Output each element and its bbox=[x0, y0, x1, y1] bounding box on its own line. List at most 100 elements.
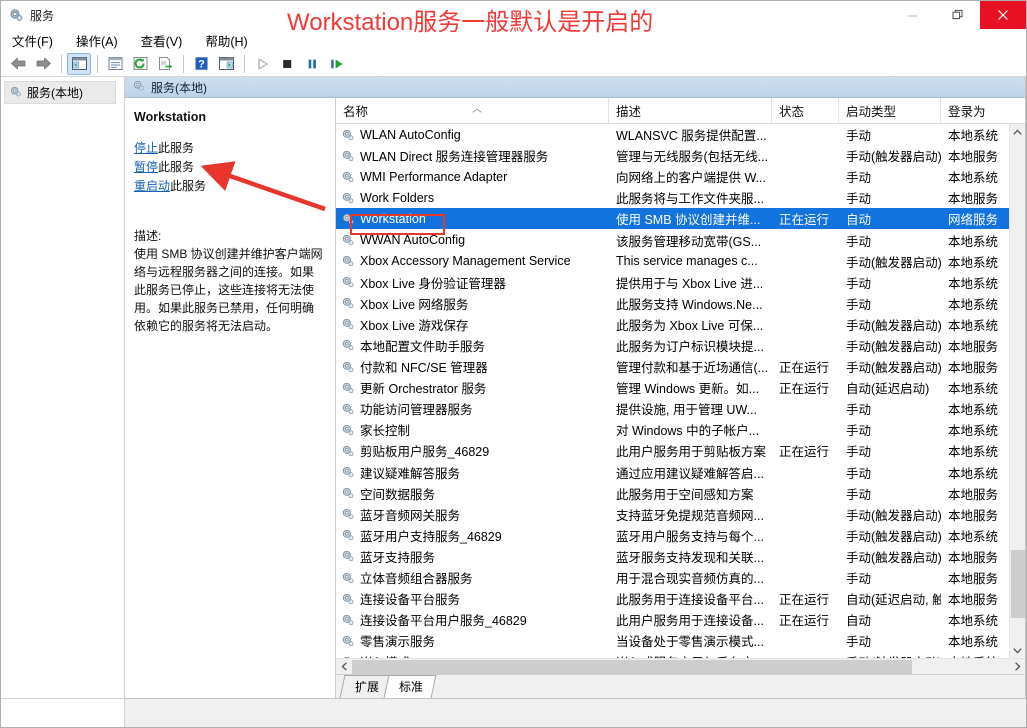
cell-log-on-as: 本地服务 bbox=[941, 589, 1009, 608]
table-row[interactable]: 本地配置文件助手服务此服务为订户标识模块提...手动(触发器启动)本地服务 bbox=[336, 335, 1009, 356]
restart-service-link-text: 重启动 bbox=[134, 179, 170, 193]
table-row[interactable]: 剪贴板用户服务_46829此用户服务用于剪贴板方案正在运行手动本地系统 bbox=[336, 440, 1009, 461]
minimize-button[interactable] bbox=[890, 1, 935, 29]
menu-file[interactable]: 文件(F) bbox=[9, 29, 64, 52]
table-row[interactable]: Workstation使用 SMB 协议创建并维...正在运行自动网络服务 bbox=[336, 208, 1009, 229]
table-row[interactable]: Xbox Live 游戏保存此服务为 Xbox Live 可保...手动(触发器… bbox=[336, 314, 1009, 335]
service-name-text: Xbox Live 游戏保存 bbox=[360, 315, 468, 334]
cell-description: 对 Windows 中的子帐户... bbox=[609, 420, 772, 439]
cell-service-name: Work Folders bbox=[336, 191, 609, 205]
pause-service-link[interactable]: 暂停此服务 bbox=[134, 159, 325, 176]
properties-icon[interactable] bbox=[103, 53, 127, 75]
table-row[interactable]: 蓝牙音频网关服务支持蓝牙免提规范音频网...手动(触发器启动)本地服务 bbox=[336, 504, 1009, 525]
column-header-status[interactable]: 状态 bbox=[772, 98, 839, 123]
table-row[interactable]: 立体音频组合器服务用于混合现实音频仿真的...手动本地服务 bbox=[336, 567, 1009, 588]
list-vertical-scrollbar[interactable] bbox=[1009, 124, 1025, 658]
cell-description: 提供用于与 Xbox Live 进... bbox=[609, 273, 772, 292]
pause-service-icon[interactable] bbox=[300, 53, 324, 75]
column-header-description[interactable]: 描述 bbox=[609, 98, 772, 123]
menu-help[interactable]: 帮助(H) bbox=[202, 29, 258, 52]
cell-description: 此服务为 Xbox Live 可保... bbox=[609, 315, 772, 334]
table-row[interactable]: 蓝牙支持服务蓝牙服务支持发现和关联...手动(触发器启动)本地服务 bbox=[336, 546, 1009, 567]
menu-action[interactable]: 操作(A) bbox=[73, 29, 129, 52]
forward-icon[interactable] bbox=[31, 53, 55, 75]
close-button[interactable] bbox=[980, 1, 1026, 29]
horizontal-scroll-thumb[interactable] bbox=[352, 660, 912, 674]
service-name-text: Workstation bbox=[360, 212, 426, 226]
refresh-icon[interactable] bbox=[128, 53, 152, 75]
cell-service-name: 蓝牙用户支持服务_46829 bbox=[336, 526, 609, 545]
start-service-icon[interactable] bbox=[250, 53, 274, 75]
cell-service-name: Xbox Live 身份验证管理器 bbox=[336, 273, 609, 292]
service-gear-icon bbox=[341, 592, 355, 606]
back-icon[interactable] bbox=[6, 53, 30, 75]
table-row[interactable]: 建议疑难解答服务通过应用建议疑难解答启...手动本地系统 bbox=[336, 462, 1009, 483]
cell-log-on-as: 本地系统 bbox=[941, 463, 1009, 482]
tab-standard[interactable]: 标准 bbox=[384, 675, 437, 698]
table-row[interactable]: WMI Performance Adapter向网络上的客户端提供 W...手动… bbox=[336, 166, 1009, 187]
tree-node-services-local[interactable]: 服务(本地) bbox=[4, 81, 116, 104]
table-row[interactable]: 连接设备平台服务此服务用于连接设备平台...正在运行自动(延迟启动, 触...本… bbox=[336, 588, 1009, 609]
horizontal-scroll-track[interactable] bbox=[352, 659, 1009, 675]
view-list-icon[interactable] bbox=[214, 53, 238, 75]
service-name-text: WMI Performance Adapter bbox=[360, 170, 507, 184]
list-horizontal-scrollbar[interactable] bbox=[336, 658, 1025, 674]
table-row[interactable]: WLAN Direct 服务连接管理器服务管理与无线服务(包括无线...手动(触… bbox=[336, 145, 1009, 166]
scroll-right-arrow-icon[interactable] bbox=[1009, 659, 1025, 675]
help-icon[interactable]: ? bbox=[189, 53, 213, 75]
scroll-down-arrow-icon[interactable] bbox=[1010, 642, 1026, 658]
table-row[interactable]: 蓝牙用户支持服务_46829蓝牙用户服务支持与每个...手动(触发器启动)本地系… bbox=[336, 525, 1009, 546]
toolbar-separator bbox=[183, 55, 184, 73]
column-header-startup-type[interactable]: 启动类型 bbox=[839, 98, 941, 123]
cell-description: 用于混合现实音频仿真的... bbox=[609, 568, 772, 587]
table-row[interactable]: 家长控制对 Windows 中的子帐户...手动本地系统 bbox=[336, 419, 1009, 440]
service-gear-icon bbox=[341, 338, 355, 352]
stop-service-link-text: 停止 bbox=[134, 141, 158, 155]
restart-service-icon[interactable] bbox=[325, 53, 349, 75]
table-row[interactable]: Work Folders此服务将与工作文件夹服...手动本地服务 bbox=[336, 187, 1009, 208]
table-row[interactable]: WWAN AutoConfig该服务管理移动宽带(GS...手动本地系统 bbox=[336, 229, 1009, 250]
menu-view[interactable]: 查看(V) bbox=[138, 29, 194, 52]
scroll-left-arrow-icon[interactable] bbox=[336, 659, 352, 675]
table-row[interactable]: Xbox Live 身份验证管理器提供用于与 Xbox Live 进...手动本… bbox=[336, 272, 1009, 293]
service-name-text: WLAN AutoConfig bbox=[360, 128, 461, 142]
services-rows: WLAN AutoConfigWLANSVC 服务提供配置...手动本地系统WL… bbox=[336, 124, 1009, 658]
stop-service-link[interactable]: 停止此服务 bbox=[134, 140, 325, 157]
cell-status: 正在运行 bbox=[772, 441, 839, 460]
description-label: 描述: bbox=[134, 227, 325, 245]
list-column-headers: 名称︿ 描述 状态 启动类型 登录为 bbox=[336, 98, 1025, 124]
cell-description: 此服务用于连接设备平台... bbox=[609, 589, 772, 608]
table-row[interactable]: 空间数据服务此服务用于空间感知方案手动本地服务 bbox=[336, 483, 1009, 504]
table-row[interactable]: 连接设备平台用户服务_46829此用户服务用于连接设备...正在运行自动本地系统 bbox=[336, 609, 1009, 630]
table-row[interactable]: 功能访问管理器服务提供设施, 用于管理 UW...手动本地系统 bbox=[336, 398, 1009, 419]
cell-log-on-as: 本地系统 bbox=[941, 273, 1009, 292]
stop-service-icon[interactable] bbox=[275, 53, 299, 75]
vertical-scroll-track[interactable] bbox=[1010, 140, 1026, 642]
bottom-left-filler bbox=[1, 699, 125, 727]
show-tree-icon[interactable] bbox=[67, 53, 91, 75]
sort-ascending-icon: ︿ bbox=[472, 100, 482, 115]
cell-startup-type: 手动 bbox=[839, 167, 941, 186]
cell-description: 使用 SMB 协议创建并维... bbox=[609, 209, 772, 228]
table-row[interactable]: Xbox Accessory Management ServiceThis se… bbox=[336, 251, 1009, 272]
cell-log-on-as: 本地系统 bbox=[941, 631, 1009, 650]
export-list-icon[interactable] bbox=[153, 53, 177, 75]
table-row[interactable]: WLAN AutoConfigWLANSVC 服务提供配置...手动本地系统 bbox=[336, 124, 1009, 145]
tree-node-label: 服务(本地) bbox=[27, 84, 83, 101]
cell-startup-type: 手动(触发器启动) bbox=[839, 547, 941, 566]
cell-log-on-as: 本地系统 bbox=[941, 294, 1009, 313]
table-row[interactable]: Xbox Live 网络服务此服务支持 Windows.Ne...手动本地系统 bbox=[336, 293, 1009, 314]
table-row[interactable]: 零售演示服务当设备处于零售演示模式...手动本地系统 bbox=[336, 630, 1009, 651]
table-row[interactable]: 嵌入模式嵌入式服务启用与后台应手动(触发器启动)本地系统 bbox=[336, 651, 1009, 658]
column-header-name[interactable]: 名称︿ bbox=[336, 98, 609, 123]
service-name-text: 连接设备平台服务 bbox=[360, 589, 460, 608]
table-row[interactable]: 付款和 NFC/SE 管理器管理付款和基于近场通信(...正在运行手动(触发器启… bbox=[336, 356, 1009, 377]
restart-service-link[interactable]: 重启动此服务 bbox=[134, 178, 325, 195]
stop-service-link-tail: 此服务 bbox=[158, 141, 194, 155]
restore-button[interactable] bbox=[935, 1, 980, 29]
column-header-log-on-as[interactable]: 登录为 bbox=[941, 98, 1025, 123]
table-row[interactable]: 更新 Orchestrator 服务管理 Windows 更新。如...正在运行… bbox=[336, 377, 1009, 398]
vertical-scroll-thumb[interactable] bbox=[1011, 550, 1025, 618]
scroll-up-arrow-icon[interactable] bbox=[1010, 124, 1026, 140]
toolbar-separator bbox=[97, 55, 98, 73]
